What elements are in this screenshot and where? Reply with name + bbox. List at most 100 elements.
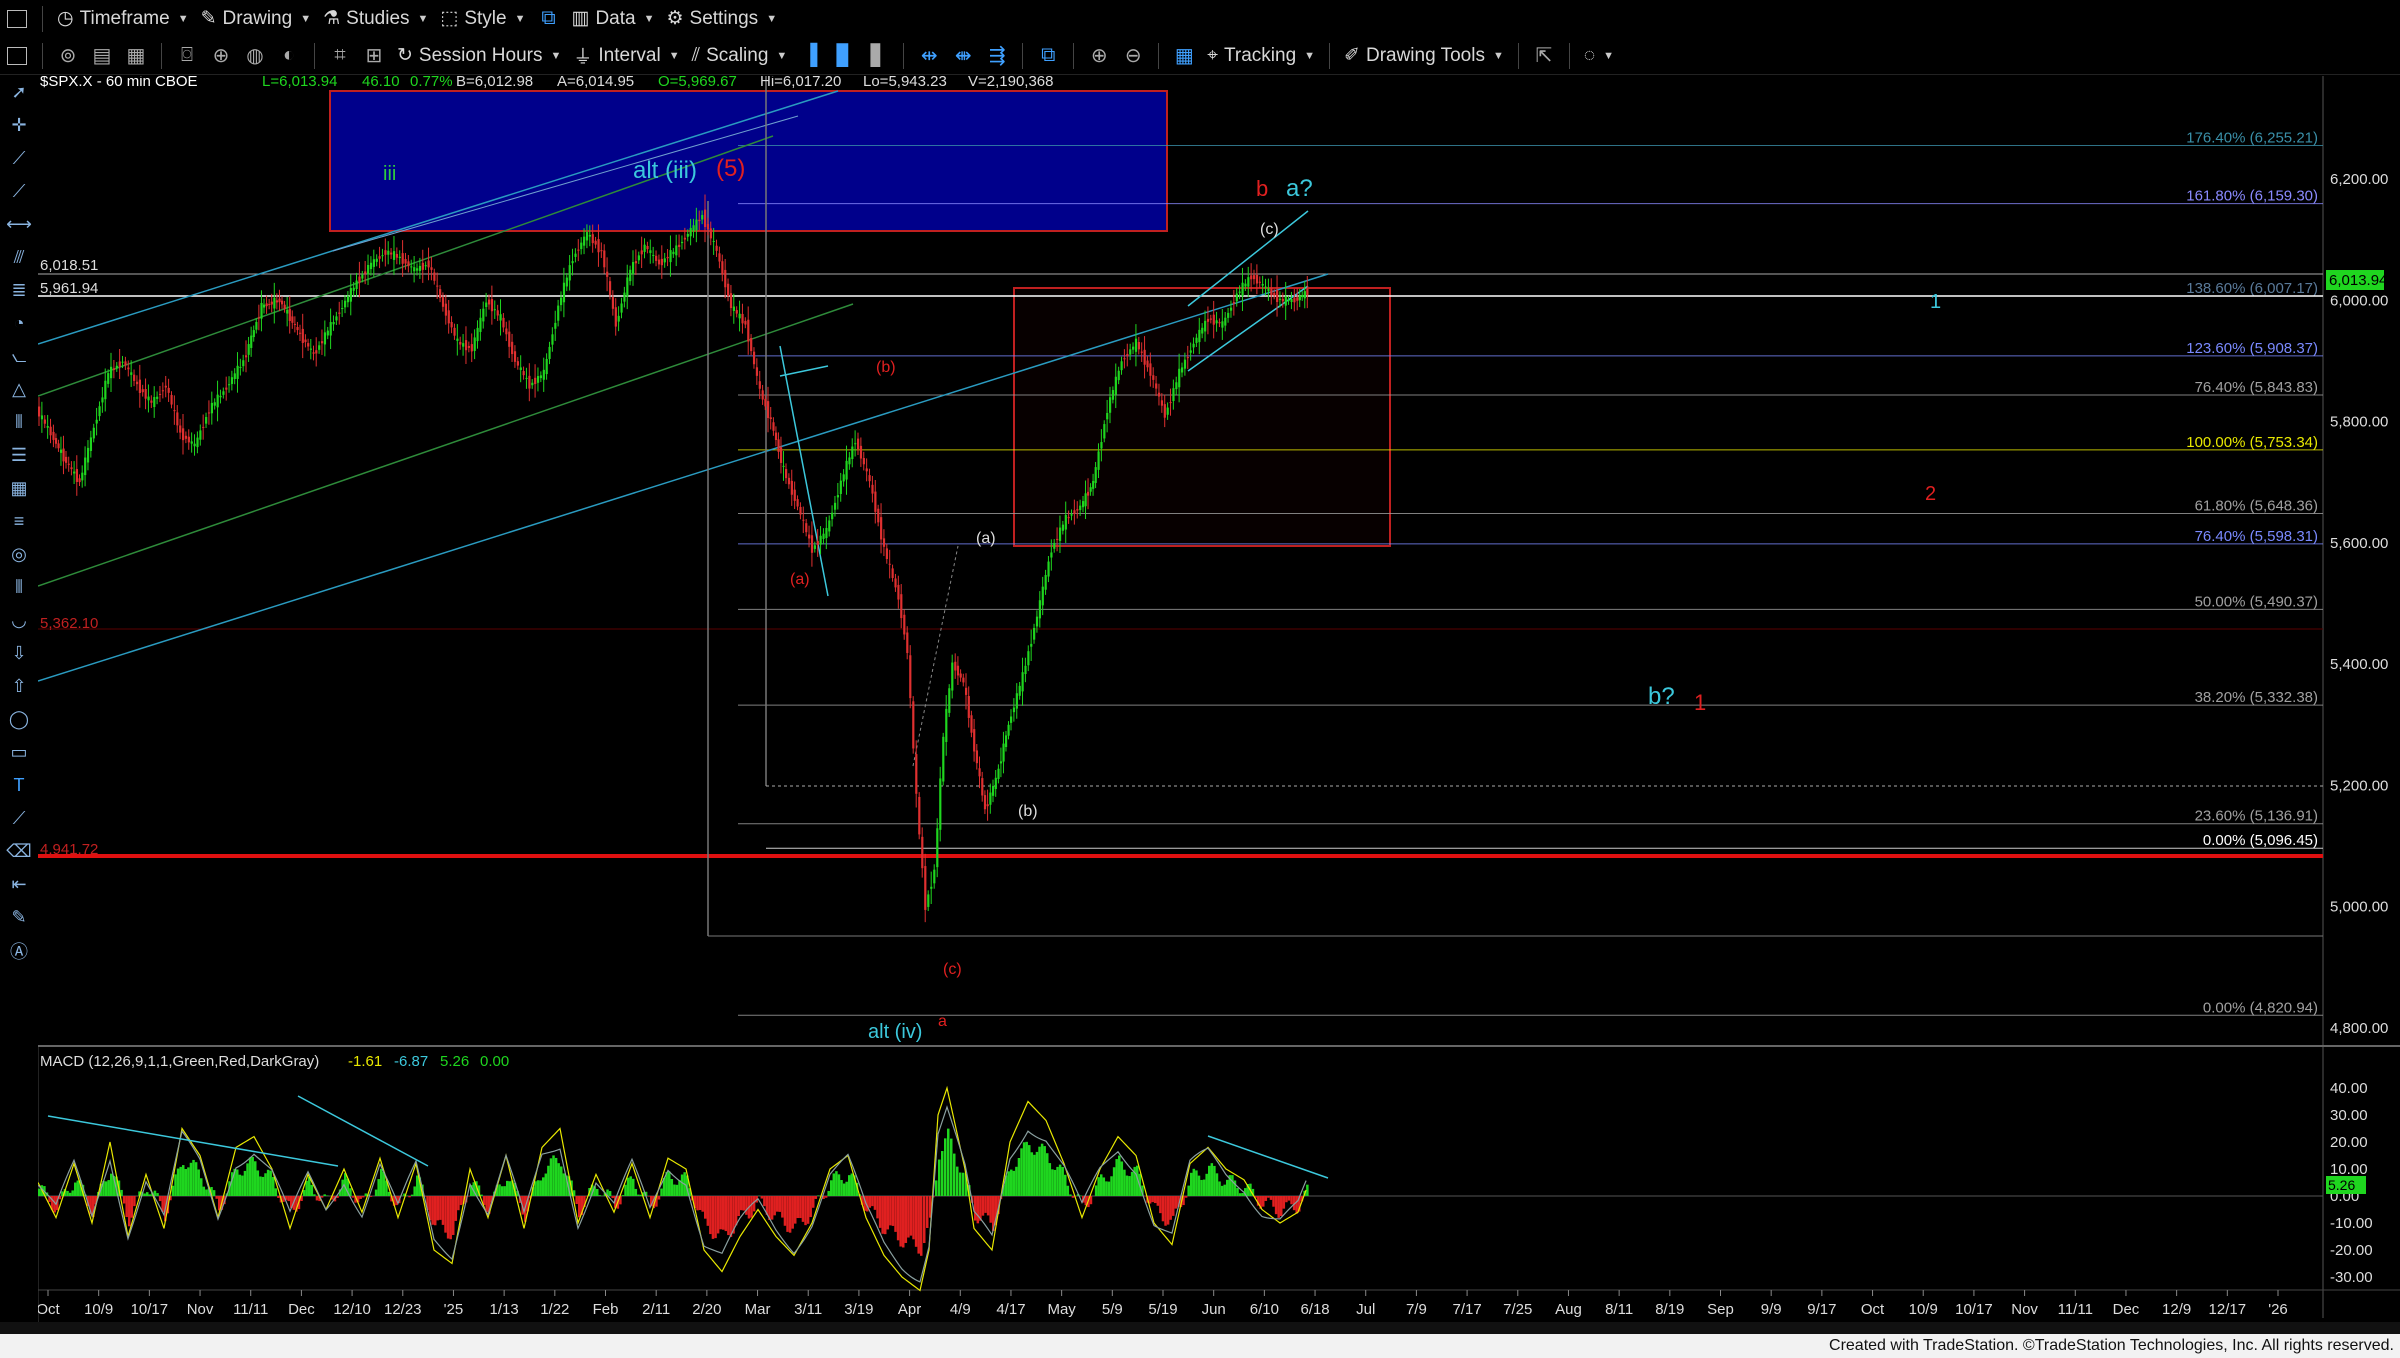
gann-icon[interactable]: ◔ (0, 307, 38, 340)
fib-time-icon[interactable]: ⫴ (0, 571, 38, 604)
fibonacci-icon[interactable]: ≣ (0, 274, 38, 307)
data-menu[interactable]: ▥ Data ▼ (566, 4, 661, 34)
tile-icon[interactable]: ⊞ (357, 41, 391, 71)
export-icon[interactable]: ⇱ (1527, 41, 1561, 71)
chart-type-icon[interactable]: ▤ (85, 41, 119, 71)
expand-icon[interactable]: ⇹ (912, 41, 946, 71)
interval-menu[interactable]: ⏚ Interval ▼ (567, 41, 685, 71)
refresh-icon[interactable]: ◐ (272, 41, 306, 71)
arrow-down-icon[interactable]: ⇩ (0, 637, 38, 670)
studies-menu[interactable]: ⚗ Studies ▼ (317, 4, 434, 34)
grid-toggle-icon[interactable]: ▦ (1167, 41, 1201, 71)
highlighter-icon[interactable]: ✎ (0, 901, 38, 934)
candle-body (997, 768, 1000, 779)
ruler-icon[interactable]: ⟋ (0, 802, 38, 835)
arrow-up-icon[interactable]: ⇧ (0, 670, 38, 703)
candle-body (147, 396, 150, 401)
shift-icon[interactable]: ⇶ (980, 41, 1014, 71)
rectangle-icon[interactable]: ▭ (0, 736, 38, 769)
candle-body (701, 215, 704, 220)
trendline-icon[interactable]: ⟋ (0, 142, 38, 175)
candle-body (712, 240, 715, 242)
candle-body (978, 768, 981, 777)
candle-body (1027, 651, 1030, 666)
macd-bar (287, 1196, 290, 1202)
channel-icon[interactable]: ⫻ (0, 241, 38, 274)
macd-bar (959, 1172, 962, 1196)
macd-bar (182, 1165, 185, 1196)
time-axis-label: 10/9 (1909, 1301, 1938, 1318)
scaling-menu[interactable]: ⫽ Scaling ▼ (686, 41, 794, 71)
toolbar-divider (1517, 42, 1519, 69)
snapshot-icon[interactable]: ⌼ (170, 41, 204, 71)
candle-body (255, 322, 258, 330)
panes-icon[interactable]: ⧉ (1031, 41, 1065, 71)
candle-body (767, 401, 770, 418)
settings-menu[interactable]: ⚙ Settings ▼ (660, 4, 783, 34)
candle-style-icon[interactable]: ▊ (827, 41, 861, 71)
macd-bar (133, 1196, 136, 1207)
table-icon[interactable]: ▦ (0, 472, 38, 505)
time-axis-label: 8/11 (1605, 1301, 1633, 1318)
grid-icon[interactable]: ▦ (119, 41, 153, 71)
levels-icon[interactable]: ☰ (0, 439, 38, 472)
text-icon[interactable]: T (0, 769, 38, 802)
ray-icon[interactable]: ⟋ (0, 175, 38, 208)
macd-bar (66, 1190, 69, 1196)
arc-icon[interactable]: ◡ (0, 604, 38, 637)
macd-bar (886, 1196, 890, 1230)
snap-icon[interactable]: ⇤ (0, 868, 38, 901)
vertical-bars-icon[interactable]: ⦀ (0, 406, 38, 439)
bar-style-icon[interactable]: ▐ (793, 41, 827, 71)
eraser-icon[interactable]: ⌫ (0, 835, 38, 868)
candle-body (378, 256, 381, 259)
candle-body (57, 443, 60, 449)
candle-body (421, 262, 424, 270)
horizontal-scrollbar[interactable] (0, 1322, 2400, 1334)
timeframe-menu[interactable]: ◷ Timeframe ▼ (51, 4, 195, 34)
session-hours-menu[interactable]: ↻ Session Hours ▼ (391, 41, 567, 71)
ellipse-icon[interactable]: ◯ (0, 703, 38, 736)
chart-window[interactable]: 176.40% (6,255.21) 161.80% (6,159.30) 138.… (36, 73, 2400, 1334)
link-icon[interactable]: ⊚ (51, 41, 85, 71)
line-style-icon[interactable]: ▋ (861, 41, 895, 71)
search-symbol-icon[interactable]: ⊕ (204, 41, 238, 71)
crosshair-tool-icon[interactable]: ✛ (0, 109, 38, 142)
drawing-menu[interactable]: ✎ Drawing ▼ (195, 4, 318, 34)
macd-bar (1295, 1196, 1298, 1214)
macd-bar (174, 1174, 177, 1196)
candle-body (1004, 735, 1008, 748)
macd-bar (187, 1167, 190, 1196)
candle-body (927, 894, 930, 907)
macd-bar (205, 1189, 208, 1196)
tracking-menu[interactable]: ⌖ Tracking ▼ (1201, 41, 1321, 71)
layout-icon[interactable]: ⧉ (532, 4, 566, 34)
zoom-out-icon[interactable]: ⊖ (1116, 41, 1150, 71)
macd-bar (678, 1180, 681, 1196)
candle-body (528, 375, 531, 389)
candle-body (989, 792, 992, 805)
style-menu[interactable]: ⬚ Style ▼ (434, 4, 531, 34)
hierarchy-icon[interactable]: ⌗ (323, 41, 357, 71)
compress-icon[interactable]: ⇼ (946, 41, 980, 71)
pointer-icon[interactable]: ➚ (0, 76, 38, 109)
candle-body (502, 317, 505, 328)
macd-bar (781, 1196, 784, 1218)
text-box-icon[interactable]: Ⓐ (0, 934, 38, 967)
window-icon[interactable] (0, 41, 34, 71)
cycle-icon[interactable]: ◎ (0, 538, 38, 571)
andrews-icon[interactable]: ⦦ (0, 340, 38, 373)
time-axis-label: 5/19 (1148, 1301, 1177, 1318)
color-icon[interactable]: ◍ (238, 41, 272, 71)
horizontal-line-icon[interactable]: ⟷ (0, 208, 38, 241)
triangle-icon[interactable]: △ (0, 373, 38, 406)
zoom-in-icon[interactable]: ⊕ (1082, 41, 1116, 71)
candle-body (239, 366, 242, 368)
candle-body (439, 289, 442, 299)
macd-bar (544, 1173, 548, 1196)
drawing-tools-label: Drawing Tools (1365, 44, 1485, 66)
hide-drawings-menu[interactable]: ◌ ▼ (1578, 41, 1620, 71)
window-menu-icon[interactable] (0, 4, 34, 34)
drawing-tools-menu[interactable]: ✐ Drawing Tools ▼ (1338, 41, 1510, 71)
list-icon[interactable]: ≡ (0, 505, 38, 538)
